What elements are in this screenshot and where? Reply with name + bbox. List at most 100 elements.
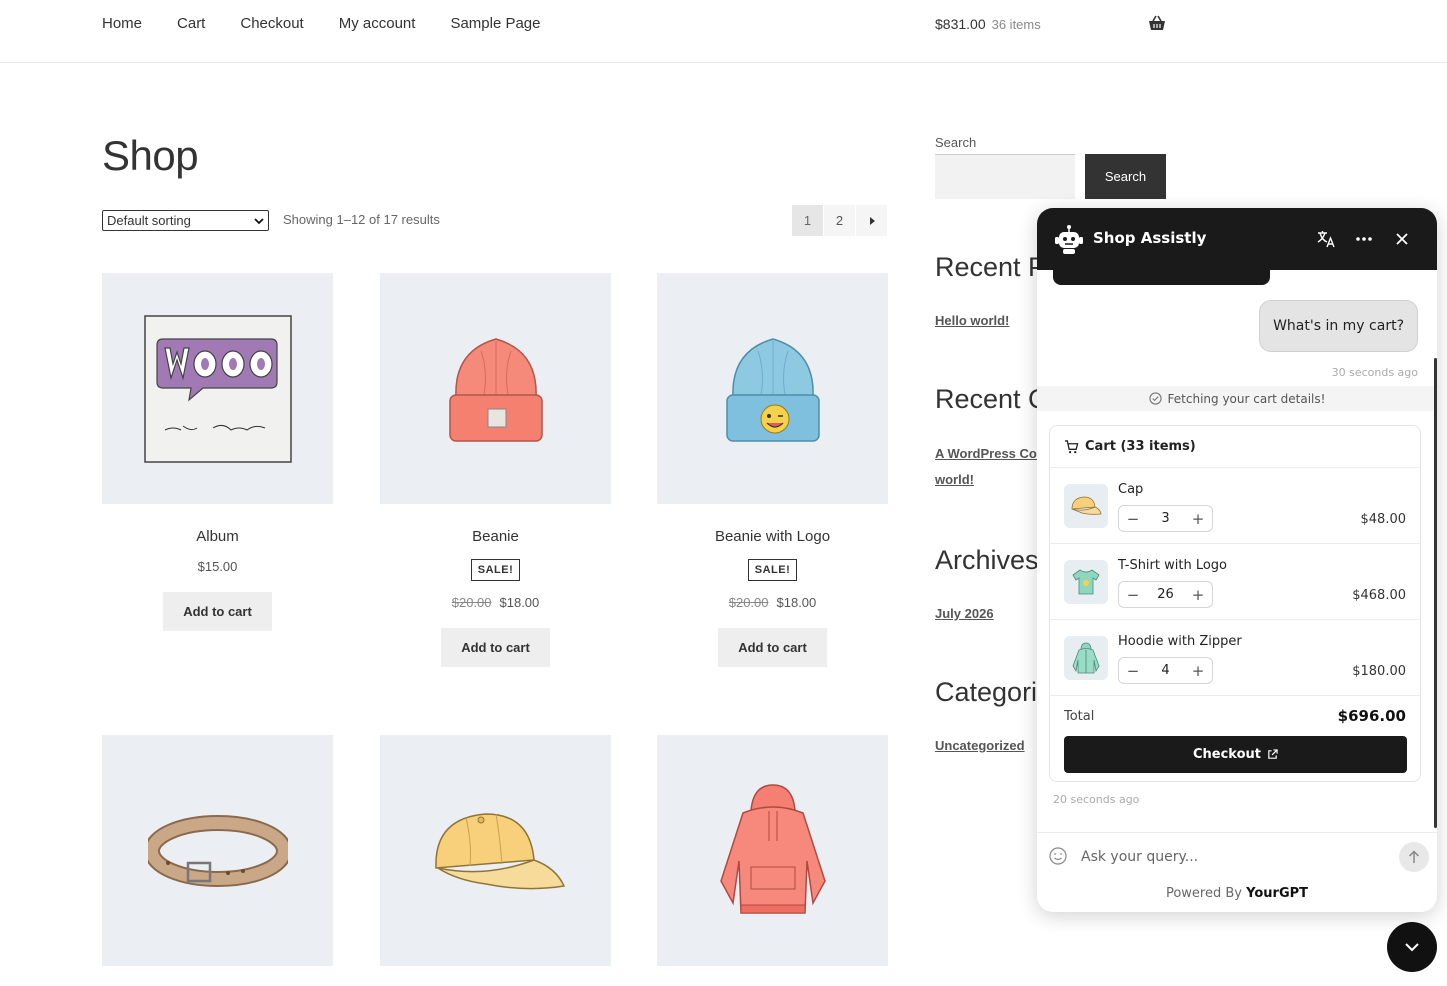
arrow-right-icon	[869, 216, 875, 225]
categories-title: Categorie	[935, 677, 1053, 707]
sidebar-search-input[interactable]	[935, 154, 1075, 199]
cart-card: Cart (33 items) Cap − 3 + $48.00 T-Shirt…	[1049, 425, 1421, 782]
user-message: What's in my cart?	[1259, 300, 1418, 352]
cart-icon	[1064, 439, 1079, 453]
robot-icon	[1055, 225, 1083, 254]
recent-post-link[interactable]: Hello world!	[935, 313, 1009, 328]
item-price: $48.00	[1360, 512, 1407, 527]
chat-scrollbar[interactable]	[1434, 358, 1437, 828]
quantity-value[interactable]: 4	[1161, 663, 1169, 678]
nav-cart[interactable]: Cart	[177, 14, 205, 34]
add-to-cart-button[interactable]: Add to cart	[163, 592, 272, 631]
product-price: $20.00 $18.00	[380, 595, 611, 610]
increase-button[interactable]: +	[1190, 662, 1206, 680]
chevron-down-icon	[1405, 943, 1419, 952]
nav-my-account[interactable]: My account	[339, 14, 416, 34]
sale-price: $18.00	[499, 595, 540, 610]
product-cap	[380, 735, 611, 966]
item-price: $468.00	[1352, 588, 1406, 603]
checkout-label: Checkout	[1192, 747, 1261, 762]
decrease-button[interactable]: −	[1125, 510, 1141, 528]
product-image-cap[interactable]	[380, 735, 611, 966]
increase-button[interactable]: +	[1190, 510, 1206, 528]
sidebar-search-button[interactable]: Search	[1085, 154, 1166, 199]
product-image-album[interactable]	[102, 273, 333, 504]
powered-brand[interactable]: YourGPT	[1246, 886, 1308, 901]
product-image-hoodie[interactable]	[657, 735, 888, 966]
product-name[interactable]: Album	[102, 528, 333, 545]
cap-image	[434, 812, 565, 889]
chat-checkout-button[interactable]: Checkout	[1064, 736, 1407, 773]
cart-header-label: Cart (33 items)	[1085, 439, 1196, 454]
decrease-button[interactable]: −	[1125, 586, 1141, 604]
product-name[interactable]: Beanie	[380, 528, 611, 545]
header-cart-summary[interactable]: $831.00 36 items	[935, 14, 1041, 35]
total-label: Total	[1064, 708, 1095, 724]
beanie-logo-image	[725, 337, 820, 442]
recent-comment-link[interactable]: A WordPress Com	[935, 446, 1048, 461]
total-value: $696.00	[1337, 707, 1406, 725]
old-price: $20.00	[728, 595, 769, 610]
sorting-select[interactable]: Default sorting	[102, 210, 269, 231]
translate-icon[interactable]	[1315, 228, 1337, 250]
search-label: Search	[935, 135, 977, 150]
chat-widget: Shop Assistly What's in my cart? 30 seco…	[1037, 208, 1437, 912]
archive-link[interactable]: July 2026	[935, 606, 994, 621]
archives-title: Archives	[935, 545, 1039, 575]
category-link[interactable]: Uncategorized	[935, 738, 1025, 753]
reply-time: 20 seconds ago	[1053, 793, 1140, 806]
product-price: $20.00 $18.00	[657, 595, 888, 610]
header-cart-count: 36 items	[991, 17, 1041, 32]
arrow-up-icon	[1408, 850, 1420, 863]
album-image	[143, 314, 292, 463]
results-count: Showing 1–12 of 17 results	[283, 212, 440, 227]
more-icon[interactable]	[1353, 228, 1375, 250]
page-1: 1	[792, 205, 823, 236]
quantity-stepper: − 26 +	[1118, 581, 1213, 608]
primary-nav: Home Cart Checkout My account Sample Pag…	[102, 14, 576, 34]
next-page-button[interactable]	[856, 205, 887, 236]
product-album: Album $15.00 Add to cart	[102, 273, 333, 631]
cap-thumbnail	[1071, 496, 1102, 515]
status-text: Fetching your cart details!	[1167, 391, 1326, 406]
product-image-beanie[interactable]	[380, 273, 611, 504]
product-name[interactable]: Beanie with Logo	[657, 528, 888, 545]
cart-item: T-Shirt with Logo − 26 + $468.00	[1050, 544, 1420, 620]
quantity-value[interactable]: 3	[1161, 511, 1169, 526]
nav-home[interactable]: Home	[102, 14, 142, 34]
page-2[interactable]: 2	[824, 205, 855, 236]
belt-image	[147, 814, 288, 887]
item-thumbnail	[1064, 560, 1108, 604]
chevron-down-icon	[254, 217, 264, 224]
cart-card-header: Cart (33 items)	[1050, 426, 1420, 468]
product-beanie: Beanie SALE! $20.00 $18.00 Add to cart	[380, 273, 611, 667]
cart-item: Cap − 3 + $48.00	[1050, 468, 1420, 544]
chat-input-row	[1037, 832, 1437, 880]
recent-comment-post-link[interactable]: world!	[935, 472, 974, 487]
status-row: Fetching your cart details!	[1037, 386, 1437, 411]
basket-icon[interactable]	[1147, 14, 1167, 34]
product-price: $15.00	[197, 559, 238, 574]
item-name: Cap	[1118, 482, 1144, 497]
product-image-beanie-with-logo[interactable]	[657, 273, 888, 504]
nav-checkout[interactable]: Checkout	[240, 14, 303, 34]
quantity-value[interactable]: 26	[1157, 587, 1174, 602]
cart-item: Hoodie with Zipper − 4 + $180.00	[1050, 620, 1420, 696]
decrease-button[interactable]: −	[1125, 662, 1141, 680]
chat-query-input[interactable]	[1081, 843, 1381, 871]
product-image-belt[interactable]	[102, 735, 333, 966]
chat-toggle-button[interactable]	[1387, 922, 1437, 972]
close-icon[interactable]	[1391, 228, 1413, 250]
increase-button[interactable]: +	[1190, 586, 1206, 604]
item-price: $180.00	[1352, 664, 1406, 679]
sorting-value: Default sorting	[107, 213, 191, 228]
item-name: T-Shirt with Logo	[1118, 558, 1228, 573]
add-to-cart-button[interactable]: Add to cart	[718, 628, 827, 667]
add-to-cart-button[interactable]: Add to cart	[441, 628, 550, 667]
nav-sample-page[interactable]: Sample Page	[450, 14, 540, 34]
external-link-icon	[1268, 749, 1278, 759]
sale-price: $18.00	[776, 595, 817, 610]
powered-prefix: Powered By	[1165, 886, 1242, 901]
send-button[interactable]	[1399, 842, 1429, 872]
emoji-icon[interactable]	[1049, 847, 1067, 865]
